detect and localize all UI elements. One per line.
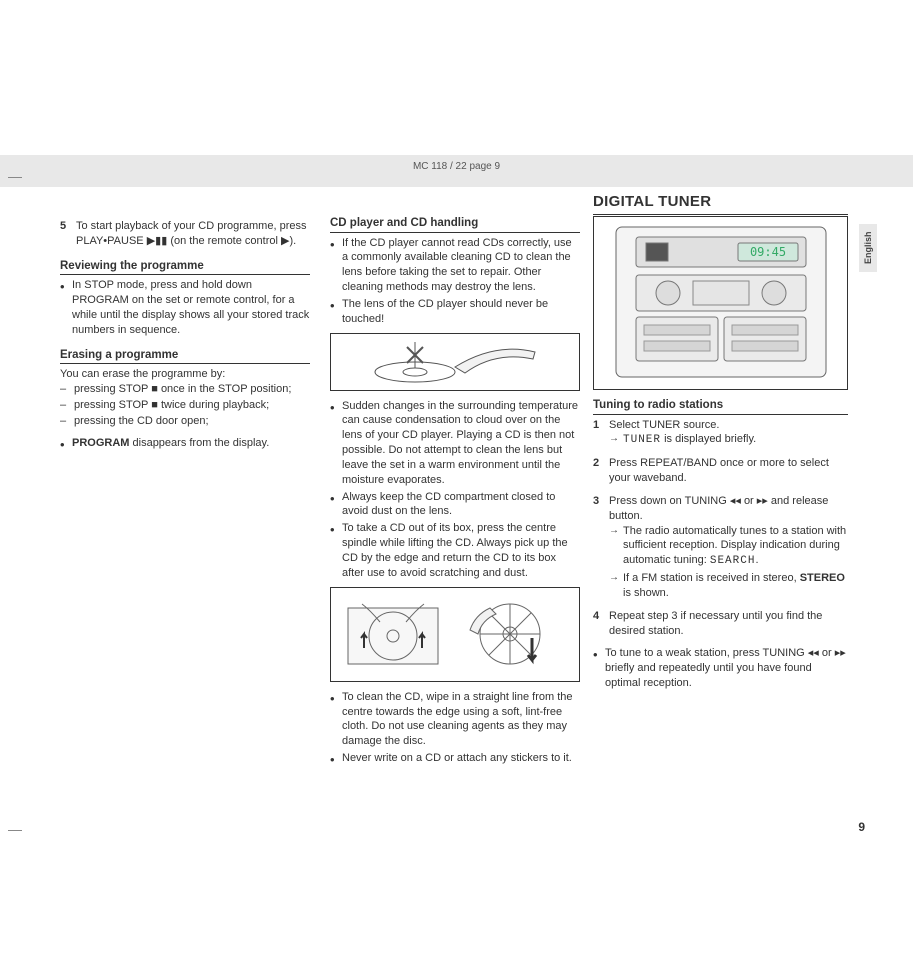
erase-intro: You can erase the programme by:	[60, 367, 310, 382]
page-number: 9	[858, 819, 865, 835]
arrow-text: is displayed briefly.	[661, 433, 756, 445]
arrow-bold: STEREO	[800, 572, 845, 584]
cd-bullet-2: The lens of the CD player should never b…	[330, 297, 580, 327]
cd-bullet-4: Always keep the CD compartment closed to…	[330, 490, 580, 520]
step-text: To start playback of your CD programme, …	[76, 220, 306, 247]
step-text-pre: Press REPEAT/	[609, 457, 686, 469]
heading-erasing-programme: Erasing a programme	[60, 348, 310, 365]
column-middle: CD player and CD handling If the CD play…	[330, 216, 580, 768]
erase-note-rest: disappears from the display.	[129, 437, 269, 449]
tune-step-4: 4 Repeat step 3 if necessary until you f…	[593, 609, 848, 639]
step3-arrow-1: The radio automatically tunes to a stati…	[609, 524, 848, 570]
step-number: 3	[593, 494, 599, 509]
figure-stereo-system: 09:45	[593, 216, 848, 390]
breadcrumb: MC 118 / 22 page 9	[413, 161, 500, 172]
step-number: 1	[593, 418, 599, 433]
crop-mark-icon	[22, 830, 40, 848]
tune-step-1: 1 Select TUNER source. TUNER is displaye…	[593, 418, 848, 449]
weak-station-bullet: To tune to a weak station, press TUNING …	[593, 646, 848, 691]
step1-arrow: TUNER is displayed briefly.	[609, 432, 848, 448]
step-text: Select TUNER source.	[609, 419, 719, 431]
step-text-mid: BAND	[686, 457, 717, 469]
heading-reviewing-programme: Reviewing the programme	[60, 259, 310, 276]
step-text: Repeat step 3 if necessary until you fin…	[609, 610, 822, 637]
erase-item-1: pressing STOP ■ once in the STOP positio…	[60, 382, 310, 397]
cd-bullet-7: Never write on a CD or attach any sticke…	[330, 751, 580, 766]
step-text: Press down on TUNING ◂◂ or ▸▸ and releas…	[609, 495, 828, 522]
erase-item-2: pressing STOP ■ twice during playback;	[60, 398, 310, 413]
review-bullet: In STOP mode, press and hold down PROGRA…	[60, 278, 310, 337]
heading-tuning: Tuning to radio stations	[593, 398, 848, 415]
step-number: 2	[593, 456, 599, 471]
erase-item-3: pressing the CD door open;	[60, 414, 310, 429]
arrow-post: .	[755, 554, 758, 566]
figure-lens-no-touch	[330, 333, 580, 391]
cd-bullet-5: To take a CD out of its box, press the c…	[330, 521, 580, 580]
step-number: 5	[60, 219, 66, 234]
cd-bullet-3: Sudden changes in the surrounding temper…	[330, 399, 580, 488]
header-bar: MC 118 / 22 page 9	[0, 155, 913, 187]
cd-bullet-6: To clean the CD, wipe in a straight line…	[330, 690, 580, 749]
lcd-text: TUNER	[623, 434, 661, 446]
svg-text:09:45: 09:45	[750, 245, 786, 259]
arrow-post: is shown.	[623, 587, 669, 599]
lcd-text: SEARCH	[710, 555, 756, 567]
step3-arrow-2: If a FM station is received in stereo, S…	[609, 571, 848, 601]
section-title-digital-tuner: DIGITAL TUNER	[593, 192, 848, 215]
tune-step-3: 3 Press down on TUNING ◂◂ or ▸▸ and rele…	[593, 494, 848, 601]
figure-cd-handling	[330, 587, 580, 682]
erase-note-bold: PROGRAM	[72, 437, 129, 449]
crop-mark-icon	[22, 168, 40, 186]
step-number: 4	[593, 609, 599, 624]
heading-cd-handling: CD player and CD handling	[330, 216, 580, 233]
column-left: 5 To start playback of your CD programme…	[60, 219, 310, 453]
step-5: 5 To start playback of your CD programme…	[60, 219, 310, 249]
tune-step-2: 2 Press REPEAT/BAND once or more to sele…	[593, 456, 848, 486]
language-tab: English	[859, 224, 877, 272]
arrow-pre: If a FM station is received in stereo,	[623, 572, 800, 584]
column-right: 09:45 Tuning to radio stations 1 Select …	[593, 216, 848, 693]
erase-note: PROGRAM disappears from the display.	[60, 436, 310, 451]
cd-bullet-1: If the CD player cannot read CDs correct…	[330, 236, 580, 295]
